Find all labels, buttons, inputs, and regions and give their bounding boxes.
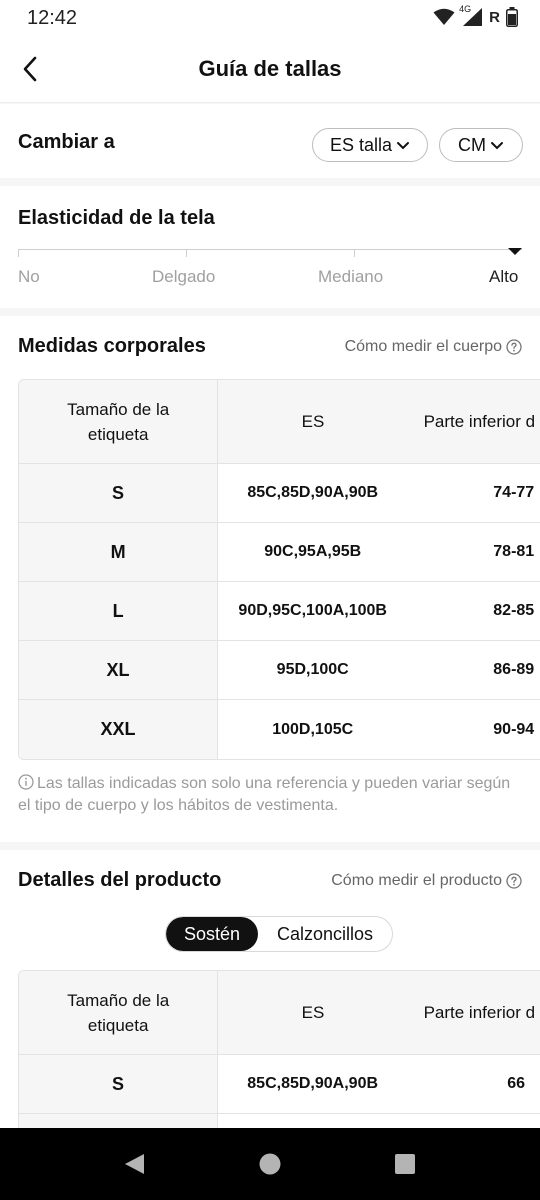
app-header: Guía de tallas xyxy=(0,36,540,103)
underbust-cell: 86-89 xyxy=(407,641,540,699)
es-size-cell xyxy=(218,1114,408,1128)
table-row: S 85C,85D,90A,90B 74-77 xyxy=(19,464,540,523)
product-details-title: Detalles del producto xyxy=(18,869,222,891)
size-system-value: ES talla xyxy=(329,134,393,155)
how-to-measure-product-link[interactable]: Cómo medir el producto xyxy=(331,872,522,890)
column-header-underbust: Parte inferior d xyxy=(407,971,540,1054)
elasticity-track xyxy=(18,249,522,250)
body-measurements-table: Tamaño de la etiqueta ES Parte inferior … xyxy=(18,379,540,760)
es-size-cell: 95D,100C xyxy=(218,641,408,699)
table-row: XL 95D,100C 86-89 xyxy=(19,641,540,700)
nav-back-button[interactable] xyxy=(98,1128,170,1200)
nav-home-button[interactable] xyxy=(234,1128,306,1200)
page-title: Guía de tallas xyxy=(198,56,342,81)
elasticity-section: Elasticidad de la tela No Delgado Median… xyxy=(0,186,540,308)
elasticity-level-delgado: Delgado xyxy=(152,267,216,286)
product-type-toggle: Sostén Calzoncillos xyxy=(165,916,393,952)
size-label-cell: M xyxy=(19,523,219,581)
size-label-cell: S xyxy=(19,464,219,522)
tab-bra[interactable]: Sostén xyxy=(166,917,258,951)
elasticity-tick xyxy=(186,249,187,257)
elasticity-level-no: No xyxy=(18,267,40,286)
elasticity-level-alto: Alto xyxy=(489,267,519,286)
circle-home-icon xyxy=(259,1153,281,1175)
how-to-measure-body-link[interactable]: Cómo medir el cuerpo xyxy=(345,338,522,356)
size-label-cell: XXL xyxy=(19,700,219,759)
size-system-dropdown[interactable]: ES talla xyxy=(312,128,428,162)
cell-signal-icon: 4G xyxy=(459,4,483,27)
body-measurements-title: Medidas corporales xyxy=(18,335,206,357)
underbust-cell: 74-77 xyxy=(407,464,540,522)
chevron-down-icon xyxy=(397,142,410,150)
size-label-cell: L xyxy=(19,582,219,640)
size-label-cell xyxy=(19,1114,219,1128)
size-label-cell: XL xyxy=(19,641,219,699)
nav-recents-button[interactable] xyxy=(369,1128,441,1200)
tab-briefs[interactable]: Calzoncillos xyxy=(258,917,392,951)
table-row xyxy=(19,1114,540,1128)
column-header-es: ES xyxy=(218,380,408,463)
square-recents-icon xyxy=(395,1154,415,1174)
underbust-cell xyxy=(407,1114,540,1128)
elasticity-tick xyxy=(354,249,355,257)
body-measurements-section: Medidas corporales Cómo medir el cuerpo … xyxy=(0,316,540,842)
elasticity-title: Elasticidad de la tela xyxy=(18,207,215,229)
chevron-down-icon xyxy=(491,142,503,150)
column-header-underbust: Parte inferior d xyxy=(407,380,540,463)
network-type-label: 4G xyxy=(459,4,472,14)
roaming-indicator: R xyxy=(489,8,500,26)
table-row: XXL 100D,105C 90-94 xyxy=(19,700,540,759)
es-size-cell: 85C,85D,90A,90B xyxy=(218,1055,408,1113)
triangle-back-icon xyxy=(125,1154,144,1174)
column-header-label-size: Tamaño de la etiqueta xyxy=(19,971,219,1054)
status-bar: 12:42 4G R xyxy=(0,0,540,36)
wifi-icon xyxy=(433,8,455,26)
help-icon xyxy=(506,339,522,355)
es-size-cell: 90C,95A,95B xyxy=(218,523,408,581)
table-header-row: Tamaño de la etiqueta ES Parte inferior … xyxy=(19,971,540,1055)
table-row: L 90D,95C,100A,100B 82-85 xyxy=(19,582,540,641)
size-label-cell: S xyxy=(19,1055,219,1113)
system-navigation-bar xyxy=(0,1128,540,1200)
es-size-cell: 85C,85D,90A,90B xyxy=(218,464,408,522)
underbust-cell: 90-94 xyxy=(407,700,540,759)
underbust-cell: 82-85 xyxy=(407,582,540,640)
product-details-table: Tamaño de la etiqueta ES Parte inferior … xyxy=(18,970,540,1128)
status-time: 12:42 xyxy=(27,7,78,29)
product-details-section: Detalles del producto Cómo medir el prod… xyxy=(0,850,540,1128)
table-row: M 90C,95A,95B 78-81 xyxy=(19,523,540,582)
how-to-measure-product-label: Cómo medir el producto xyxy=(331,872,502,889)
info-icon xyxy=(18,774,34,790)
es-size-cell: 100D,105C xyxy=(218,700,408,759)
table-header-row: Tamaño de la etiqueta ES Parte inferior … xyxy=(19,380,540,464)
elasticity-tick xyxy=(18,249,19,257)
elasticity-marker-icon xyxy=(508,248,522,255)
underbust-cell: 78-81 xyxy=(407,523,540,581)
column-header-es: ES xyxy=(218,971,408,1054)
table-row: S 85C,85D,90A,90B 66 xyxy=(19,1055,540,1114)
unit-dropdown[interactable]: CM xyxy=(439,128,523,162)
unit-value: CM xyxy=(458,134,486,155)
help-icon xyxy=(506,873,522,889)
column-header-label-size: Tamaño de la etiqueta xyxy=(19,380,219,463)
how-to-measure-body-label: Cómo medir el cuerpo xyxy=(344,338,502,355)
convert-section: Cambiar a ES talla CM xyxy=(0,104,540,178)
convert-label: Cambiar a xyxy=(18,131,115,153)
size-reference-note: Las tallas indicadas son solo una refere… xyxy=(18,773,518,817)
es-size-cell: 90D,95C,100A,100B xyxy=(218,582,408,640)
elasticity-level-mediano: Mediano xyxy=(318,267,384,286)
underbust-cell: 66 xyxy=(407,1055,540,1113)
size-reference-note-text: Las tallas indicadas son solo una refere… xyxy=(18,775,511,814)
status-icons: 4G R xyxy=(433,4,518,27)
battery-icon xyxy=(506,7,518,27)
